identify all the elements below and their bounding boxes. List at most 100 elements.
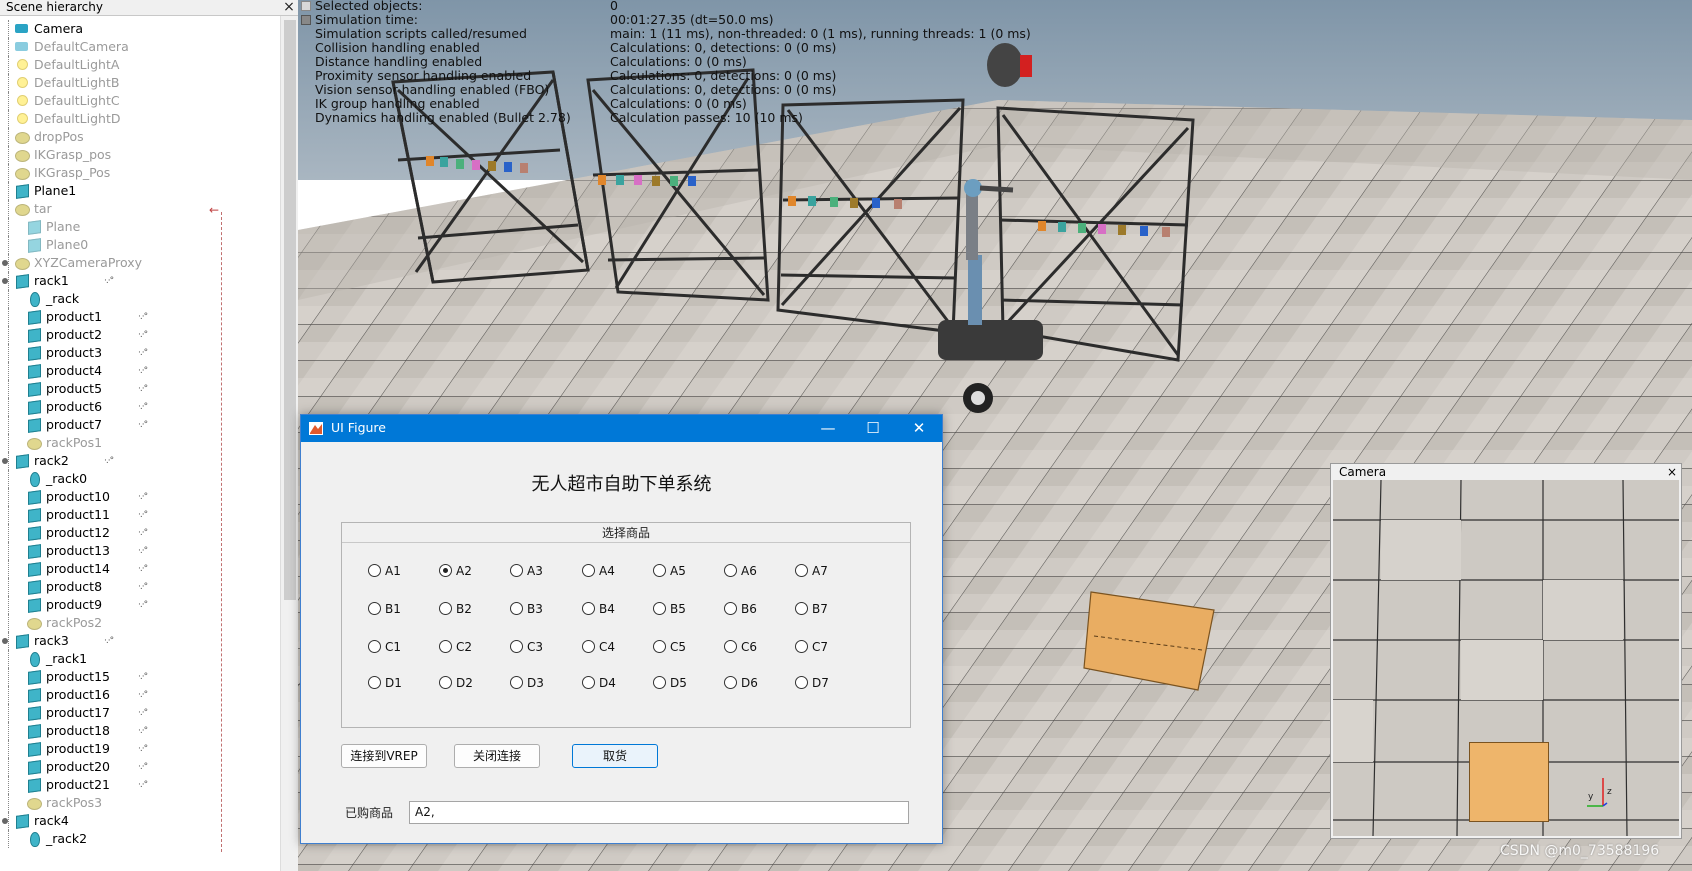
radio-option-b4[interactable]: B4	[582, 599, 652, 619]
tree-item-product9[interactable]: product9 ·.·°	[0, 596, 280, 614]
tree-item-product11[interactable]: product11 ·.·°	[0, 506, 280, 524]
expand-toggle-icon[interactable]	[2, 278, 8, 284]
radio-circle-icon[interactable]	[795, 676, 808, 689]
radio-circle-icon[interactable]	[653, 640, 666, 653]
tree-item-product4[interactable]: product4 ·.·°	[0, 362, 280, 380]
tree-item-xyzcameraproxy[interactable]: XYZCameraProxy	[0, 254, 280, 272]
script-icon[interactable]: ·.·°	[104, 636, 114, 646]
tree-item-product7[interactable]: product7 ·.·°	[0, 416, 280, 434]
radio-option-a1[interactable]: A1	[368, 561, 438, 581]
radio-circle-icon[interactable]	[510, 564, 523, 577]
tree-item-ikgrasp-pos[interactable]: IKGrasp_Pos	[0, 164, 280, 182]
radio-option-a4[interactable]: A4	[582, 561, 652, 581]
radio-circle-icon[interactable]	[439, 564, 452, 577]
radio-circle-icon[interactable]	[724, 564, 737, 577]
tree-item-product14[interactable]: product14 ·.·°	[0, 560, 280, 578]
radio-circle-icon[interactable]	[439, 640, 452, 653]
radio-circle-icon[interactable]	[653, 602, 666, 615]
script-icon[interactable]: ·.·°	[138, 672, 148, 682]
tree-item-rackpos1[interactable]: rackPos1	[0, 434, 280, 452]
radio-circle-icon[interactable]	[582, 676, 595, 689]
radio-circle-icon[interactable]	[795, 564, 808, 577]
radio-circle-icon[interactable]	[368, 676, 381, 689]
radio-option-b3[interactable]: B3	[510, 599, 580, 619]
radio-option-d3[interactable]: D3	[510, 673, 580, 693]
tree-item-rackpos2[interactable]: rackPos2	[0, 614, 280, 632]
tree-item-plane0[interactable]: Plane0	[0, 236, 280, 254]
radio-circle-icon[interactable]	[582, 564, 595, 577]
radio-option-c6[interactable]: C6	[724, 637, 794, 657]
tree-item-tar[interactable]: tar	[0, 200, 280, 218]
tree-item-product8[interactable]: product8 ·.·°	[0, 578, 280, 596]
tree-item-product1[interactable]: product1 ·.·°	[0, 308, 280, 326]
script-icon[interactable]: ·.·°	[138, 330, 148, 340]
radio-option-c3[interactable]: C3	[510, 637, 580, 657]
tree-item-product18[interactable]: product18 ·.·°	[0, 722, 280, 740]
connect-vrep-button[interactable]: 连接到VREP	[341, 744, 427, 768]
tree-item-defaultlighta[interactable]: DefaultLightA	[0, 56, 280, 74]
script-icon[interactable]: ·.·°	[138, 366, 148, 376]
tree-item-defaultlightc[interactable]: DefaultLightC	[0, 92, 280, 110]
radio-circle-icon[interactable]	[795, 602, 808, 615]
radio-circle-icon[interactable]	[653, 564, 666, 577]
purchased-field[interactable]: A2,	[409, 801, 909, 824]
radio-option-c2[interactable]: C2	[439, 637, 509, 657]
minimize-button[interactable]: —	[806, 415, 850, 442]
tree-item-product12[interactable]: product12 ·.·°	[0, 524, 280, 542]
radio-circle-icon[interactable]	[795, 640, 808, 653]
script-icon[interactable]: ·.·°	[138, 312, 148, 322]
script-icon[interactable]: ·.·°	[138, 492, 148, 502]
script-icon[interactable]: ·.·°	[138, 348, 148, 358]
radio-option-c4[interactable]: C4	[582, 637, 652, 657]
script-icon[interactable]: ·.·°	[138, 726, 148, 736]
maximize-button[interactable]: ☐	[851, 415, 895, 442]
expand-toggle-icon[interactable]	[2, 458, 8, 464]
tree-item-ikgrasp-pos[interactable]: IKGrasp_pos	[0, 146, 280, 164]
radio-option-b6[interactable]: B6	[724, 599, 794, 619]
tree-item-product10[interactable]: product10 ·.·°	[0, 488, 280, 506]
tree-item-defaultlightb[interactable]: DefaultLightB	[0, 74, 280, 92]
disconnect-button[interactable]: 关闭连接	[454, 744, 540, 768]
script-icon[interactable]: ·.·°	[138, 546, 148, 556]
tree-item-product20[interactable]: product20 ·.·°	[0, 758, 280, 776]
radio-circle-icon[interactable]	[582, 602, 595, 615]
radio-option-d7[interactable]: D7	[795, 673, 865, 693]
tree-item-rack3[interactable]: rack3 ·.·°	[0, 632, 280, 650]
script-icon[interactable]: ·.·°	[138, 708, 148, 718]
radio-circle-icon[interactable]	[439, 676, 452, 689]
radio-option-d6[interactable]: D6	[724, 673, 794, 693]
tree-item-camera[interactable]: Camera	[0, 20, 280, 38]
tree-item-plane1[interactable]: Plane1	[0, 182, 280, 200]
script-icon[interactable]: ·.·°	[104, 276, 114, 286]
tree-item-product6[interactable]: product6 ·.·°	[0, 398, 280, 416]
radio-option-a2[interactable]: A2	[439, 561, 509, 581]
close-icon[interactable]: ×	[282, 0, 296, 15]
tree-item--rack1[interactable]: _rack1	[0, 650, 280, 668]
radio-option-a7[interactable]: A7	[795, 561, 865, 581]
radio-option-c1[interactable]: C1	[368, 637, 438, 657]
script-icon[interactable]: ·.·°	[138, 402, 148, 412]
tree-item-defaultcamera[interactable]: DefaultCamera	[0, 38, 280, 56]
tree-item-product5[interactable]: product5 ·.·°	[0, 380, 280, 398]
expand-toggle-icon[interactable]	[2, 638, 8, 644]
tree-item-product13[interactable]: product13 ·.·°	[0, 542, 280, 560]
tree-item-rackpos3[interactable]: rackPos3	[0, 794, 280, 812]
radio-option-a6[interactable]: A6	[724, 561, 794, 581]
expand-toggle-icon[interactable]	[2, 818, 8, 824]
radio-option-d1[interactable]: D1	[368, 673, 438, 693]
expand-toggle-icon[interactable]	[2, 260, 8, 266]
tree-item-product2[interactable]: product2 ·.·°	[0, 326, 280, 344]
info-toggle-icon[interactable]	[301, 1, 311, 11]
radio-option-d5[interactable]: D5	[653, 673, 723, 693]
radio-circle-icon[interactable]	[724, 602, 737, 615]
radio-circle-icon[interactable]	[510, 640, 523, 653]
radio-option-b5[interactable]: B5	[653, 599, 723, 619]
tree-item-rack1[interactable]: rack1 ·.·°	[0, 272, 280, 290]
radio-option-b7[interactable]: B7	[795, 599, 865, 619]
tree-item-product17[interactable]: product17 ·.·°	[0, 704, 280, 722]
tree-item--rack2[interactable]: _rack2	[0, 830, 280, 848]
radio-circle-icon[interactable]	[368, 602, 381, 615]
radio-circle-icon[interactable]	[368, 564, 381, 577]
tree-item-droppos[interactable]: dropPos	[0, 128, 280, 146]
radio-circle-icon[interactable]	[510, 676, 523, 689]
